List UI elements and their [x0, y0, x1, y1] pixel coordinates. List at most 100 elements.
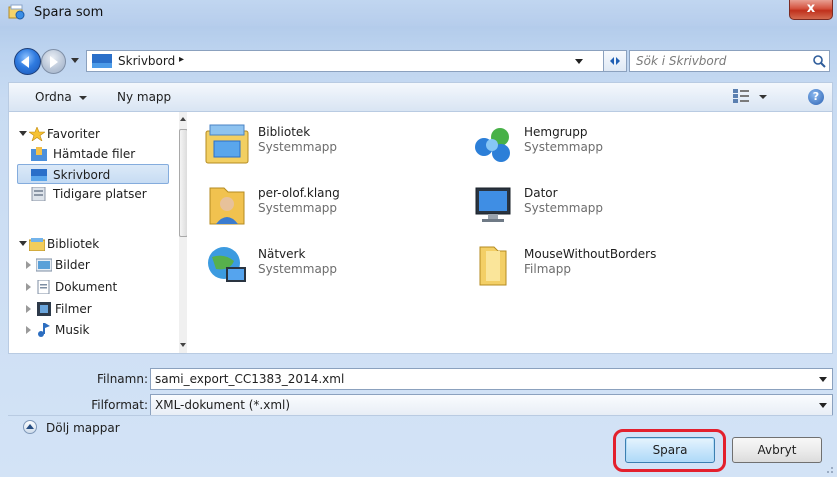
filename-label: Filnamn: — [97, 372, 148, 386]
window-title: Spara som — [34, 5, 104, 20]
file-name: Hemgrupp — [524, 125, 588, 139]
file-type: Filmapp — [524, 262, 571, 276]
sidebar-item-label: Bilder — [55, 258, 90, 272]
desktop-icon — [92, 54, 112, 68]
computer-icon — [475, 187, 511, 222]
expand-arrow-icon[interactable] — [26, 326, 31, 334]
search-input[interactable]: Sök i Skrivbord — [636, 54, 726, 68]
sidebar-item-tidigare-platser[interactable]: Tidigare platser — [17, 184, 169, 204]
folder-icon — [479, 246, 507, 286]
music-icon — [38, 323, 50, 337]
recent-locations-dropdown[interactable] — [71, 58, 79, 63]
help-button[interactable]: ? — [808, 89, 824, 105]
file-name: Nätverk — [258, 247, 306, 261]
search-box[interactable]: Sök i Skrivbord — [629, 50, 830, 72]
scroll-down-icon[interactable] — [180, 343, 186, 347]
star-icon — [29, 127, 45, 141]
filename-field[interactable]: sami_export_CC1383_2014.xml — [150, 368, 833, 390]
cancel-button[interactable]: Avbryt — [732, 437, 822, 463]
hide-folders-label[interactable]: Dölj mappar — [46, 421, 120, 435]
file-type: Systemmapp — [258, 140, 338, 154]
chevron-down-icon[interactable] — [79, 96, 87, 100]
file-item-bibliotek[interactable]: Bibliotek Systemmapp — [204, 121, 444, 171]
scroll-up-icon[interactable] — [180, 117, 186, 121]
refresh-icon — [610, 57, 620, 65]
organize-button[interactable]: Ordna — [35, 90, 72, 104]
user-folder-icon — [209, 187, 245, 225]
file-type: Systemmapp — [524, 140, 604, 154]
documents-icon — [37, 280, 50, 294]
nav-group-libraries[interactable]: Bibliotek — [19, 234, 169, 254]
nav-scrollbar[interactable] — [179, 112, 187, 353]
sidebar-item-label: Filmer — [55, 302, 92, 316]
expand-arrow-icon[interactable] — [19, 131, 27, 136]
back-button[interactable] — [14, 48, 41, 75]
view-dropdown[interactable] — [759, 95, 767, 99]
libraries-icon — [29, 238, 45, 251]
forward-button[interactable] — [41, 49, 66, 74]
file-item-mousewithoutborders[interactable]: MouseWithoutBorders Filmapp — [470, 243, 710, 293]
file-format-value[interactable]: XML-dokument (*.xml) — [155, 398, 290, 412]
sidebar-item-musik[interactable]: Musik — [26, 320, 169, 340]
pictures-icon — [36, 258, 52, 272]
file-format-select[interactable]: XML-dokument (*.xml) — [150, 394, 833, 416]
sidebar-item-bilder[interactable]: Bilder — [26, 255, 169, 275]
file-format-label: Filformat: — [91, 398, 148, 412]
nav-group-favorites[interactable]: Favoriter — [19, 124, 169, 144]
expand-arrow-icon[interactable] — [26, 305, 31, 313]
file-item-natverk[interactable]: Nätverk Systemmapp — [204, 243, 444, 293]
save-dialog-icon — [8, 4, 25, 20]
filename-input[interactable]: sami_export_CC1383_2014.xml — [155, 372, 344, 386]
resize-grip-icon[interactable] — [824, 464, 834, 474]
chevron-up-icon[interactable] — [23, 420, 37, 434]
sidebar-item-dokument[interactable]: Dokument — [26, 277, 169, 297]
navigation-pane[interactable]: Favoriter Hämtade filer Skrivbord Tidiga… — [8, 112, 187, 354]
homegroup-icon — [475, 128, 510, 162]
search-icon[interactable] — [812, 54, 826, 68]
file-type: Systemmapp — [258, 201, 338, 215]
sidebar-item-skrivbord[interactable]: Skrivbord — [17, 164, 169, 184]
sidebar-item-hamtade-filer[interactable]: Hämtade filer — [17, 144, 169, 164]
file-name: MouseWithoutBorders — [524, 247, 657, 261]
address-dropdown[interactable] — [575, 59, 583, 64]
hide-folders-button[interactable]: Dölj mappar — [23, 414, 223, 440]
address-bar[interactable]: Skrivbord ▸ — [86, 50, 604, 72]
expand-arrow-icon[interactable] — [26, 261, 31, 269]
annotation-highlight — [613, 429, 726, 472]
downloads-icon — [31, 147, 47, 161]
recent-places-icon — [31, 187, 46, 201]
file-name: per-olof.klang — [258, 186, 340, 200]
chevron-down-icon[interactable] — [819, 403, 827, 408]
save-as-dialog: Spara som x Skrivbord ▸ Sök i Skrivbord … — [0, 0, 837, 477]
sidebar-item-filmer[interactable]: Filmer — [26, 299, 169, 319]
address-location[interactable]: Skrivbord — [118, 54, 175, 68]
chevron-down-icon[interactable] — [819, 377, 827, 382]
file-item-user-folder[interactable]: per-olof.klang Systemmapp — [204, 182, 444, 232]
videos-icon — [37, 302, 51, 316]
scrollbar-thumb[interactable] — [179, 129, 187, 237]
libraries-icon — [205, 124, 249, 164]
expand-arrow-icon[interactable] — [19, 241, 27, 246]
nav-group-label: Bibliotek — [47, 237, 100, 251]
command-bar: Ordna Ny mapp ? — [8, 82, 833, 112]
file-type: Systemmapp — [524, 201, 604, 215]
file-item-hemgrupp[interactable]: Hemgrupp Systemmapp — [470, 121, 710, 171]
file-list[interactable]: Bibliotek Systemmapp Hemgrupp Systemmapp… — [187, 112, 833, 354]
refresh-button[interactable] — [603, 50, 627, 72]
file-name: Dator — [524, 186, 558, 200]
desktop-icon — [31, 169, 47, 181]
file-name: Bibliotek — [258, 125, 311, 139]
sidebar-item-label: Dokument — [55, 280, 118, 294]
view-options-icon[interactable] — [733, 89, 749, 103]
title-bar[interactable]: Spara som x — [0, 0, 837, 26]
nav-group-label: Favoriter — [47, 127, 100, 141]
sidebar-item-label: Skrivbord — [53, 168, 111, 182]
breadcrumb-arrow-icon[interactable]: ▸ — [179, 54, 184, 65]
network-icon — [208, 247, 246, 282]
close-button[interactable]: x — [789, 0, 833, 20]
sidebar-item-label: Hämtade filer — [53, 147, 136, 161]
file-item-dator[interactable]: Dator Systemmapp — [470, 182, 710, 232]
expand-arrow-icon[interactable] — [26, 283, 31, 291]
new-folder-button[interactable]: Ny mapp — [117, 90, 171, 104]
sidebar-item-label: Musik — [55, 323, 90, 337]
